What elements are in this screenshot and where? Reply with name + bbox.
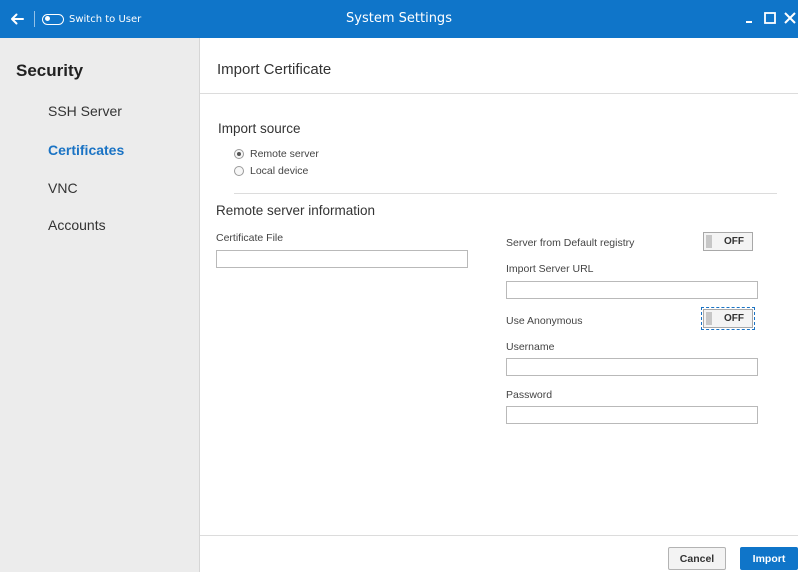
remote-server-info-label: Remote server information: [216, 203, 376, 218]
default-registry-toggle-state: OFF: [724, 236, 744, 247]
close-icon[interactable]: [782, 10, 798, 26]
sidebar-heading: Security: [16, 61, 84, 80]
maximize-icon[interactable]: [762, 10, 778, 26]
sidebar: Security SSH Server Certificates VNC Acc…: [0, 38, 200, 572]
default-registry-label: Server from Default registry: [506, 237, 635, 249]
radio-button-unchecked[interactable]: [234, 166, 244, 176]
toggle-knob: [706, 312, 712, 325]
import-source-label: Import source: [218, 121, 301, 136]
cancel-button[interactable]: Cancel: [668, 547, 726, 570]
use-anonymous-label: Use Anonymous: [506, 315, 583, 327]
radio-button-checked[interactable]: [234, 149, 244, 159]
title-bar-divider: [34, 11, 35, 27]
username-label: Username: [506, 341, 555, 353]
certificate-file-label: Certificate File: [216, 232, 284, 244]
radio-remote-server[interactable]: Remote server: [234, 148, 319, 160]
toggle-knob: [706, 235, 712, 248]
radio-label-local-device: Local device: [250, 165, 309, 177]
sidebar-item-vnc[interactable]: VNC: [48, 180, 78, 196]
switch-to-user-label: Switch to User: [69, 13, 142, 25]
back-arrow-icon[interactable]: [8, 10, 26, 28]
radio-label-remote-server: Remote server: [250, 148, 319, 160]
minimize-icon[interactable]: [742, 10, 758, 26]
dialog-footer: Cancel Import: [200, 535, 798, 572]
username-input[interactable]: [506, 358, 758, 376]
use-anonymous-toggle[interactable]: OFF: [701, 307, 755, 330]
sidebar-item-certificates[interactable]: Certificates: [48, 142, 124, 158]
sidebar-item-accounts[interactable]: Accounts: [48, 217, 106, 233]
password-input[interactable]: [506, 406, 758, 424]
title-bar: Switch to User System Settings: [0, 0, 798, 38]
page-header: Import Certificate: [200, 38, 798, 94]
import-server-url-label: Import Server URL: [506, 263, 594, 275]
certificate-file-input[interactable]: [216, 250, 468, 268]
default-registry-toggle[interactable]: OFF: [703, 232, 753, 251]
import-button[interactable]: Import: [740, 547, 798, 570]
password-label: Password: [506, 389, 553, 401]
switch-to-user-button[interactable]: Switch to User: [42, 11, 141, 27]
radio-local-device[interactable]: Local device: [234, 165, 308, 177]
toggle-switch-icon: [42, 13, 64, 25]
sidebar-item-ssh-server[interactable]: SSH Server: [48, 103, 122, 119]
import-server-url-input[interactable]: [506, 281, 758, 299]
section-divider: [234, 193, 777, 194]
page-title: Import Certificate: [217, 61, 332, 78]
use-anonymous-toggle-state: OFF: [724, 313, 744, 324]
